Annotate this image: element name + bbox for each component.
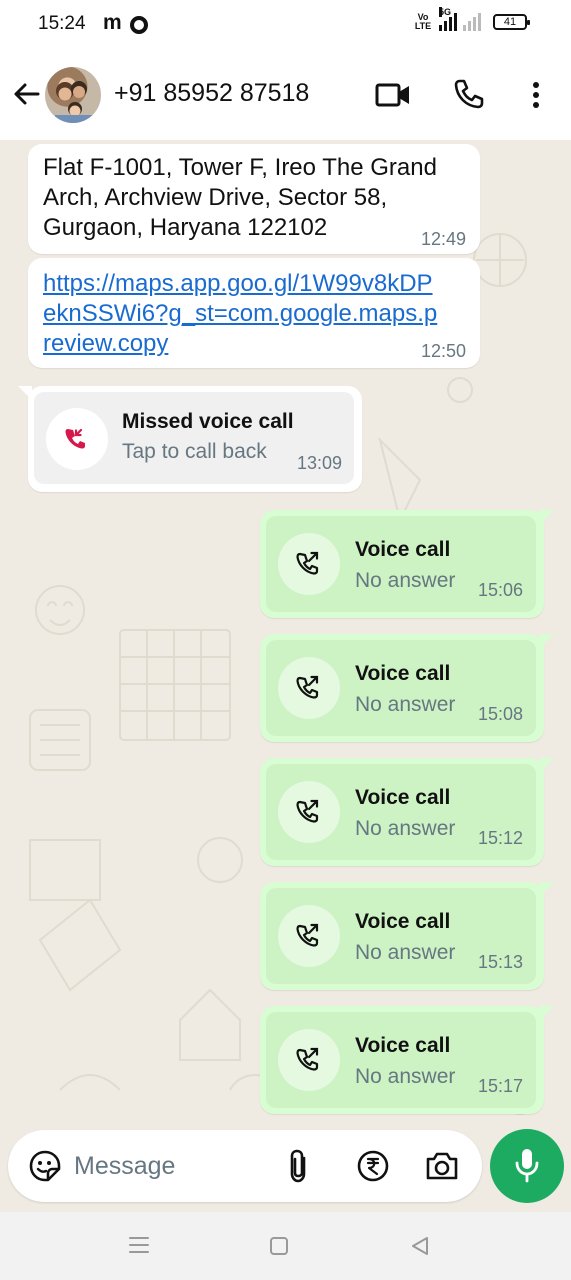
nav-back-icon[interactable]: [410, 1236, 430, 1256]
outgoing-call-icon: [296, 923, 319, 947]
message-time: 15:17: [478, 1076, 524, 1096]
maps-link[interactable]: https://maps.app.goo.gl/1W99v8kDPeknSSWi…: [43, 269, 438, 359]
message-bubble-link[interactable]: https://maps.app.goo.gl/1W99v8kDPeknSSWi…: [28, 258, 480, 368]
call-title: Voice call: [355, 1034, 451, 1057]
call-title: Missed voice call: [122, 410, 294, 433]
message-bubble-voice-call[interactable]: Voice call No answer 15:08: [260, 634, 544, 742]
network-label: 5G: [439, 7, 452, 17]
status-bar: 15:24 m Vo LTE 5G 41: [0, 0, 571, 52]
message-time: 12:49: [421, 229, 467, 249]
outgoing-call-icon-circle: [278, 1029, 340, 1091]
video-call-icon[interactable]: [374, 80, 412, 110]
message-bubble-voice-call[interactable]: Voice call No answer 15:17: [260, 1006, 544, 1114]
call-subtitle: Tap to call back: [122, 440, 267, 463]
message-bubble-voice-call[interactable]: Voice call No answer 15:06: [260, 510, 544, 618]
payment-rupee-icon[interactable]: [356, 1149, 390, 1183]
battery-icon: 41: [493, 14, 530, 30]
message-bubble-address[interactable]: Flat F-1001, Tower F, Ireo The Grand Arc…: [28, 144, 480, 254]
voice-call-icon[interactable]: [452, 77, 486, 111]
message-time: 15:08: [478, 704, 524, 724]
message-input[interactable]: [74, 1144, 274, 1188]
message-time: 13:09: [297, 453, 343, 473]
status-circle-icon: [130, 16, 148, 34]
status-indicators: Vo LTE 5G 41: [413, 7, 530, 31]
avatar[interactable]: [45, 67, 101, 123]
call-subtitle: No answer: [355, 817, 456, 840]
message-bubble-voice-call[interactable]: Voice call No answer 15:12: [260, 758, 544, 866]
camera-icon[interactable]: [424, 1150, 460, 1182]
call-subtitle: No answer: [355, 1065, 456, 1088]
outgoing-call-icon: [296, 799, 319, 823]
system-navigation-bar: [0, 1212, 571, 1280]
attachment-icon[interactable]: [284, 1148, 314, 1184]
missed-call-icon: [65, 428, 85, 449]
outgoing-call-icon-circle: [278, 905, 340, 967]
outgoing-call-icon-circle: [278, 533, 340, 595]
outgoing-call-icon: [296, 1047, 319, 1071]
voice-call-card[interactable]: Voice call No answer 15:12: [266, 764, 536, 860]
voice-call-card[interactable]: Voice call No answer 15:08: [266, 640, 536, 736]
voice-call-card[interactable]: Voice call No answer 15:17: [266, 1012, 536, 1108]
outgoing-call-icon-circle: [278, 657, 340, 719]
outgoing-call-icon: [296, 551, 319, 575]
message-time: 15:06: [478, 580, 524, 600]
voice-call-card[interactable]: Voice call No answer 15:13: [266, 888, 536, 984]
missed-call-icon-circle: [46, 408, 108, 470]
missed-call-card[interactable]: Missed voice call Tap to call back 13:09: [34, 392, 354, 484]
voice-call-card[interactable]: Voice call No answer 15:06: [266, 516, 536, 612]
message-compose-bar: [8, 1130, 482, 1202]
message-bubble-missed-call[interactable]: Missed voice call Tap to call back 13:09: [28, 386, 362, 492]
chat-header: +91 85952 87518: [0, 52, 571, 140]
more-options-icon[interactable]: [526, 80, 546, 110]
signal-secondary-icon: [463, 13, 481, 31]
sticker-emoji-icon[interactable]: [28, 1149, 62, 1183]
chat-area[interactable]: Flat F-1001, Tower F, Ireo The Grand Arc…: [0, 140, 571, 1130]
signal-5g-icon: 5G: [439, 7, 457, 31]
message-bubble-voice-call[interactable]: Voice call No answer 15:13: [260, 882, 544, 990]
volte-icon: Vo LTE: [414, 12, 432, 31]
call-title: Voice call: [355, 662, 451, 685]
call-subtitle: No answer: [355, 569, 456, 592]
message-text: Flat F-1001, Tower F, Ireo The Grand Arc…: [43, 154, 437, 241]
call-title: Voice call: [355, 786, 451, 809]
message-time: 15:12: [478, 828, 524, 848]
outgoing-call-icon-circle: [278, 781, 340, 843]
status-m-icon: m: [103, 11, 122, 34]
contact-name[interactable]: +91 85952 87518: [114, 79, 309, 108]
message-time: 12:50: [421, 341, 467, 361]
microphone-icon: [515, 1149, 539, 1183]
call-subtitle: No answer: [355, 941, 456, 964]
outgoing-call-icon: [296, 675, 319, 699]
home-icon[interactable]: [270, 1237, 288, 1255]
call-title: Voice call: [355, 538, 451, 561]
voice-record-button[interactable]: [490, 1129, 564, 1203]
status-time: 15:24: [38, 13, 86, 34]
message-time: 15:13: [478, 952, 524, 972]
back-arrow-icon[interactable]: [10, 78, 42, 110]
call-title: Voice call: [355, 910, 451, 933]
recent-apps-icon[interactable]: [128, 1235, 150, 1255]
call-subtitle: No answer: [355, 693, 456, 716]
